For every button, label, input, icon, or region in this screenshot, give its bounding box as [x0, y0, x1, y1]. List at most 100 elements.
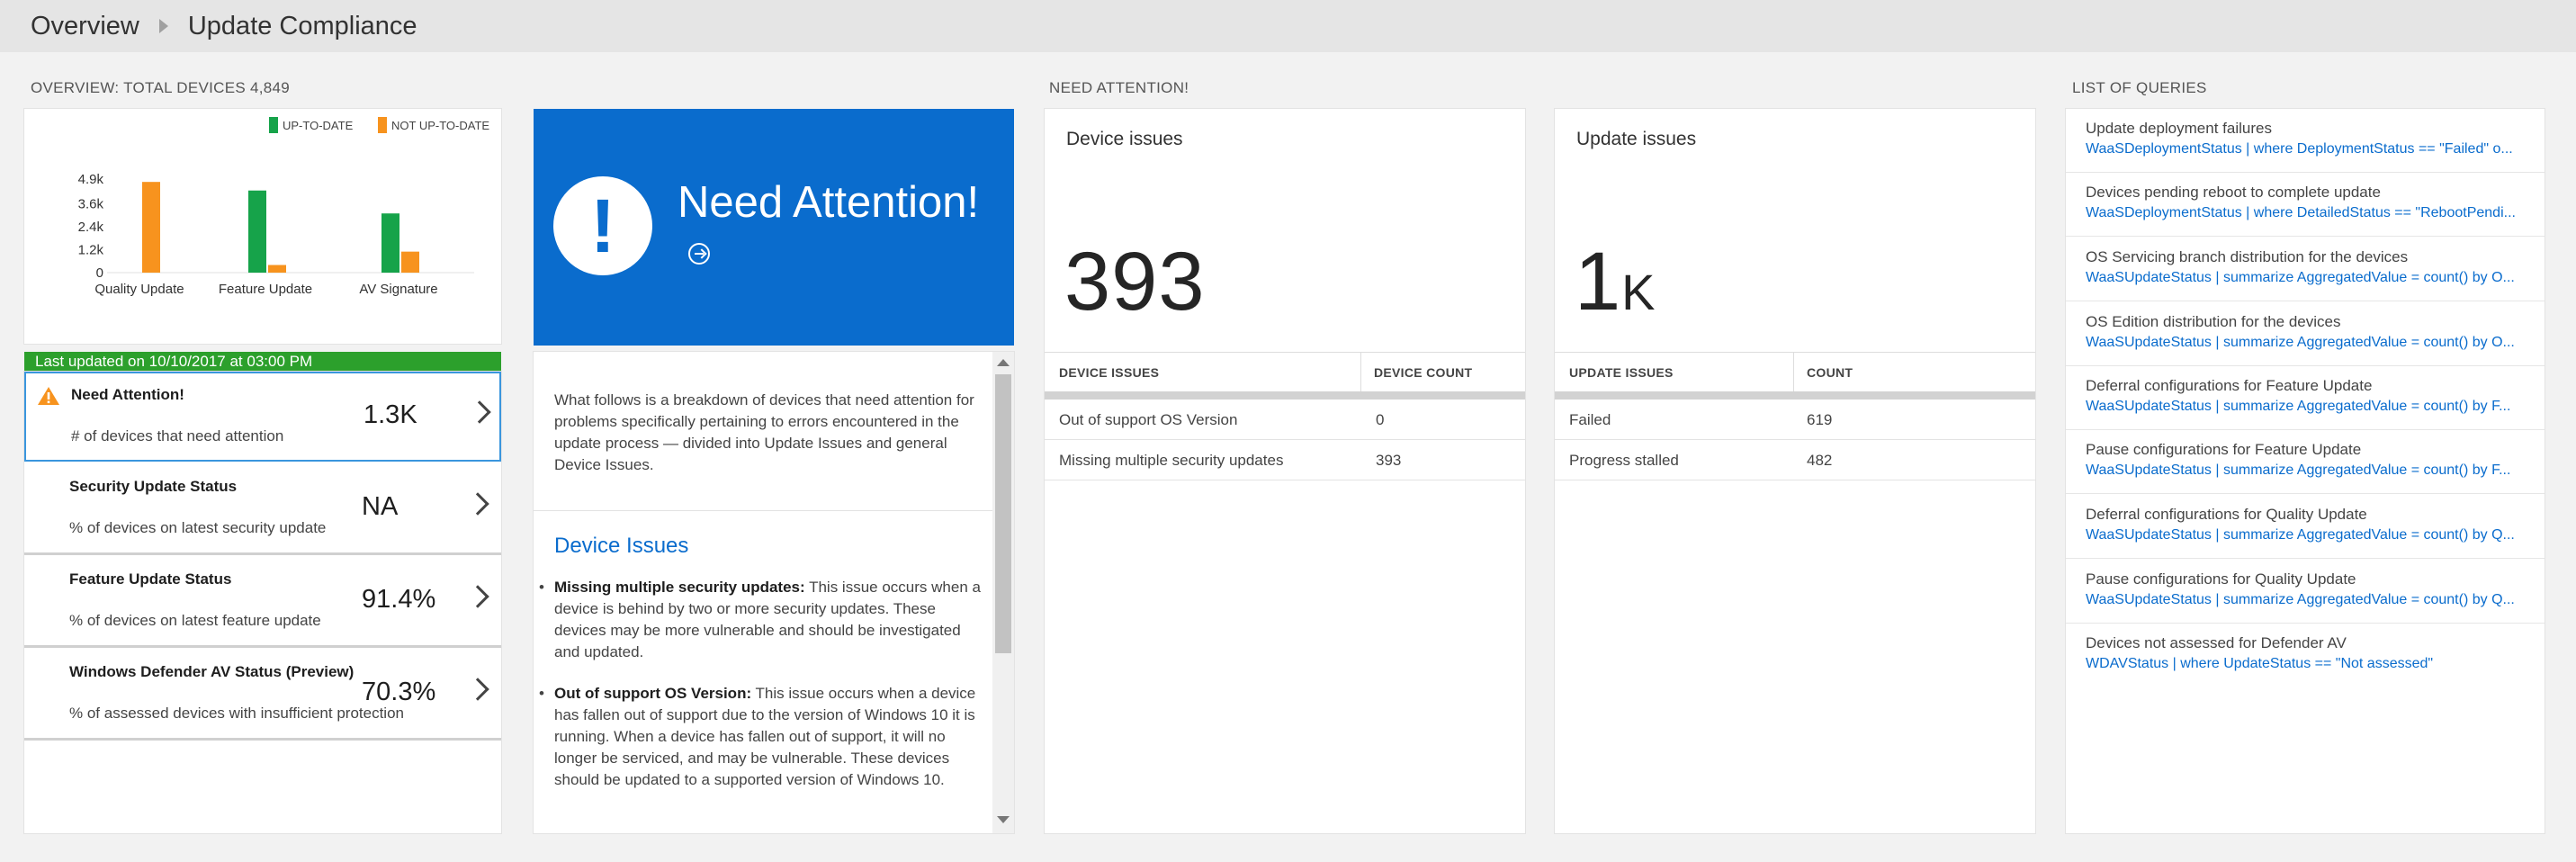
query-item[interactable]: Deferral configurations for Quality Upda… — [2066, 495, 2545, 559]
bullet-missing-security-updates: Missing multiple security updates: This … — [535, 577, 981, 663]
query-code-link[interactable]: WaaSUpdateStatus | summarize AggregatedV… — [2086, 592, 2536, 608]
status-item-title: Need Attention! — [71, 386, 184, 403]
bar-not-up-to-date-1 — [142, 182, 160, 273]
table-cell: 619 — [1807, 411, 1833, 428]
query-title: Devices not assessed for Defender AV — [2086, 634, 2347, 651]
column-header: DEVICE ISSUES — [1059, 365, 1160, 380]
query-title: Deferral configurations for Feature Upda… — [2086, 377, 2373, 394]
status-item-value: 70.3% — [362, 678, 436, 706]
chevron-right-icon — [468, 400, 491, 424]
status-item-title: Windows Defender AV Status (Preview) — [69, 663, 355, 680]
bar-up-to-date-2 — [248, 190, 266, 273]
y-tick-label: 4.9k — [78, 172, 104, 187]
description-intro: What follows is a breakdown of devices t… — [554, 391, 974, 473]
query-code-link[interactable]: WDAVStatus | where UpdateStatus == "Not … — [2086, 656, 2536, 672]
query-code-link[interactable]: WaaSUpdateStatus | summarize AggregatedV… — [2086, 462, 2536, 479]
arrow-right-circle-icon[interactable] — [688, 243, 710, 265]
column-header: COUNT — [1807, 365, 1853, 380]
update-issues-count: 1K — [1575, 235, 1656, 329]
x-category-label: Quality Update — [94, 282, 184, 297]
legend-swatch — [378, 117, 387, 133]
device-issues-title: Device issues — [1066, 129, 1183, 149]
query-item[interactable]: OS Servicing branch distribution for the… — [2066, 238, 2545, 301]
query-code-link[interactable]: WaaSDeploymentStatus | where DeploymentS… — [2086, 141, 2536, 157]
table-row[interactable]: Missing multiple security updates 393 — [1045, 440, 1525, 480]
query-code-link[interactable]: WaaSUpdateStatus | summarize AggregatedV… — [2086, 527, 2536, 543]
breadcrumb-overview[interactable]: Overview — [31, 12, 139, 41]
legend-label: UP-TO-DATE — [283, 119, 354, 132]
query-code-link[interactable]: WaaSDeploymentStatus | where DetailedSta… — [2086, 205, 2536, 221]
chevron-right-icon — [466, 492, 489, 516]
exclamation-icon: ! — [553, 176, 652, 275]
y-tick-label: 1.2k — [78, 243, 104, 258]
status-item-value: 91.4% — [362, 585, 436, 614]
column-separator — [1793, 353, 1794, 392]
bar-not-up-to-date-2 — [268, 265, 286, 273]
table-cell: 393 — [1376, 452, 1402, 469]
legend-swatch — [269, 117, 278, 133]
query-item[interactable]: Devices not assessed for Defender AV WDAV… — [2066, 624, 2545, 687]
table-row[interactable]: Failed 619 — [1555, 400, 2035, 440]
query-title: Update deployment failures — [2086, 120, 2272, 137]
chevron-right-icon — [466, 585, 489, 608]
table-cell: Failed — [1569, 411, 1611, 428]
device-issues-heading: Device Issues — [554, 534, 689, 558]
bullet-bold: Out of support OS Version: — [554, 685, 752, 702]
query-title: Pause configurations for Feature Update — [2086, 441, 2362, 458]
warning-icon — [38, 387, 59, 405]
status-item-feature-update[interactable]: Feature Update Status % of devices on la… — [24, 558, 501, 648]
query-title: Devices pending reboot to complete updat… — [2086, 184, 2381, 201]
query-item[interactable]: Pause configurations for Quality Update W… — [2066, 560, 2545, 624]
status-item-desc: % of assessed devices with insufficient … — [69, 705, 404, 722]
column-header: UPDATE ISSUES — [1569, 365, 1674, 380]
table-cell: Out of support OS Version — [1059, 411, 1238, 428]
y-tick-label: 2.4k — [78, 220, 104, 235]
status-item-need-attention[interactable]: Need Attention! # of devices that need a… — [24, 372, 501, 462]
query-code-link[interactable]: WaaSUpdateStatus | summarize AggregatedV… — [2086, 335, 2536, 351]
update-issues-table-header: UPDATE ISSUES COUNT — [1555, 352, 2035, 392]
y-tick-label: 0 — [96, 265, 103, 281]
overview-chart-tile[interactable]: 0 1.2k 2.4k 3.6k 4.9k Quality Update Feature U… — [24, 109, 501, 344]
query-code-link[interactable]: WaaSUpdateStatus | summarize AggregatedV… — [2086, 270, 2536, 286]
y-tick-label: 3.6k — [78, 197, 104, 212]
device-issues-table-header: DEVICE ISSUES DEVICE COUNT — [1045, 352, 1525, 392]
update-issues-count-number: 1 — [1575, 236, 1622, 328]
bullet-bold: Missing multiple security updates: — [554, 579, 805, 596]
query-item[interactable]: OS Edition distribution for the devices W… — [2066, 302, 2545, 366]
query-list: Update deployment failures WaaSDeployment… — [2066, 109, 2545, 833]
query-item[interactable]: Pause configurations for Feature Update W… — [2066, 430, 2545, 494]
query-code-link[interactable]: WaaSUpdateStatus | summarize AggregatedV… — [2086, 399, 2536, 415]
attention-section-title: NEED ATTENTION! — [1049, 79, 1189, 96]
table-row[interactable]: Out of support OS Version 0 — [1045, 400, 1525, 440]
status-item-title: Feature Update Status — [69, 570, 232, 588]
status-item-value: 1.3K — [364, 400, 417, 429]
table-cell: 0 — [1376, 411, 1385, 428]
bullet-out-of-support-os: Out of support OS Version: This issue oc… — [535, 683, 981, 791]
update-issues-tile[interactable]: Update issues 1K UPDATE ISSUES COUNT Fai… — [1555, 109, 2035, 833]
scroll-up-icon[interactable] — [997, 359, 1010, 366]
status-item-defender-av[interactable]: Windows Defender AV Status (Preview) % o… — [24, 651, 501, 741]
need-attention-tile[interactable]: ! Need Attention! — [534, 109, 1014, 346]
device-issues-tile[interactable]: Device issues 393 DEVICE ISSUES DEVICE C… — [1045, 109, 1525, 833]
breadcrumb-update-compliance: Update Compliance — [187, 11, 417, 40]
query-title: OS Servicing branch distribution for the… — [2086, 248, 2409, 265]
x-category-label: AV Signature — [359, 282, 437, 297]
table-row[interactable]: Progress stalled 482 — [1555, 440, 2035, 480]
scrollbar-thumb[interactable] — [995, 374, 1011, 653]
query-title: OS Edition distribution for the devices — [2086, 313, 2341, 330]
status-list: Need Attention! # of devices that need a… — [24, 372, 501, 833]
query-item[interactable]: Deferral configurations for Feature Upda… — [2066, 366, 2545, 430]
column-separator — [1360, 353, 1361, 392]
divider — [534, 510, 992, 511]
scroll-down-icon[interactable] — [997, 816, 1010, 823]
breadcrumb-separator-icon — [158, 19, 168, 33]
status-item-desc: # of devices that need attention — [71, 427, 284, 444]
query-item[interactable]: Devices pending reboot to complete updat… — [2066, 173, 2545, 237]
query-title: Pause configurations for Quality Update — [2086, 570, 2356, 588]
update-issues-title: Update issues — [1576, 129, 1697, 149]
table-header-bar — [1555, 391, 2035, 400]
status-item-security-update[interactable]: Security Update Status % of devices on l… — [24, 465, 501, 555]
query-item[interactable]: Update deployment failures WaaSDeployment… — [2066, 109, 2545, 173]
table-cell: Missing multiple security updates — [1059, 452, 1284, 469]
description-tile: What follows is a breakdown of devices t… — [534, 352, 1014, 833]
